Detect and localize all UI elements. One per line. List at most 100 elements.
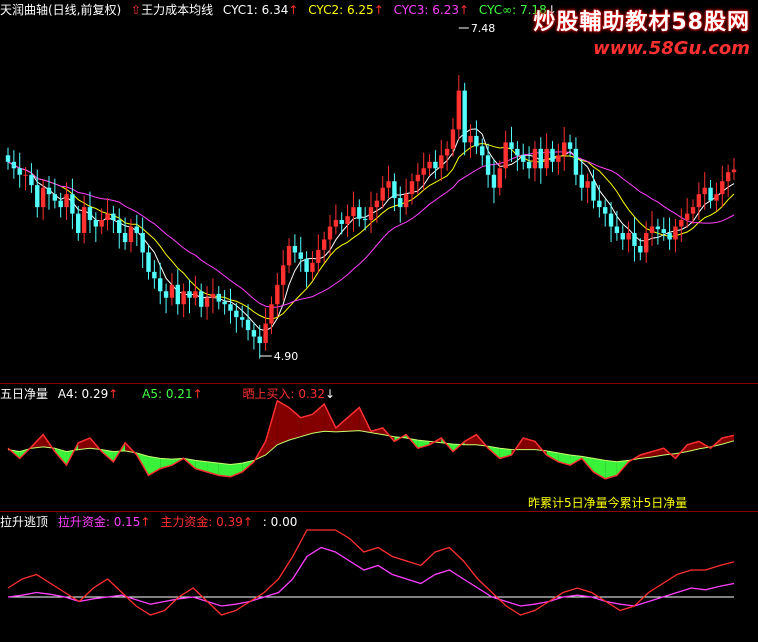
candle-body [275,284,280,305]
candle-body [339,220,344,224]
panel2-item-1-label: A5: 0.21 [142,387,193,401]
candle-body [298,252,303,259]
candle-body [415,174,421,182]
candle-body [280,265,286,285]
down-arrow-icon: ↓ [325,387,336,401]
candle-body [439,155,444,169]
candle-body [146,252,151,272]
panel1-legend-2-label: CYC2: 6.25 [308,3,374,17]
panel1-legend-0-label: 王力成本均线 [141,3,214,17]
candle-body [667,233,672,240]
high-price-label: 7.48 [471,22,496,35]
a4-line [7,399,735,480]
panel3-title: 拉升逃顶 [0,515,49,529]
candle-body [638,245,643,253]
candle-body [720,181,725,195]
panel2-annotation: 昨累计5日净量今累计5日净量 [528,496,688,510]
panel3-header: 拉升逃顶 拉升资金: 0.15↑ 主力资金: 0.39↑ : 0.00 [0,514,303,530]
candle-body [696,194,702,208]
candle-body [491,174,497,188]
up-arrow-icon: ↑ [192,387,203,401]
panel1-legend-2: CYC2: 6.25↑ [308,3,384,17]
watermark: 炒股輔助教材58股网 www.58Gu.com [533,4,750,59]
low-price-label: 4.90 [274,350,299,363]
candle-body [251,330,257,337]
candle-body [17,168,22,175]
candle-body [725,172,731,182]
candle-body [128,226,134,243]
candle-body [140,233,145,253]
candle-body [292,245,298,253]
candle-body [11,161,17,169]
candle-body [374,200,380,208]
cost-arrow-icon: ⇧ [131,3,142,17]
candle-body [321,239,327,250]
candle-body [333,220,339,227]
candle-body [573,148,579,175]
panel1-title: 天润曲轴(日线,前复权) [0,3,122,17]
panel2-title: 五日净量 [0,387,49,401]
candle-body [661,229,666,234]
candle-body [239,317,245,320]
candle-body [204,297,210,307]
panel1-legend-1: CYC1: 6.34↑ [223,3,299,17]
candle-body [538,148,543,169]
panel2-item-2: 晒上买入: 0.32↓ [242,387,335,401]
candle-body [643,233,649,253]
panel2-item-2-label: 晒上买入: 0.32 [242,387,326,401]
candle-body [409,181,415,195]
candle-body [702,187,707,195]
candle-body [427,161,432,169]
candle-body [731,169,737,173]
candle-body [234,310,239,318]
candle-body [193,291,198,298]
candle-body [532,148,538,169]
candle-body [562,142,567,156]
candle-body [480,146,485,156]
candle-body [228,304,233,311]
candle-body [649,226,655,234]
candle-body [673,226,678,240]
up-arrow-icon: ↑ [373,3,384,17]
candle-body [122,233,128,243]
candle-body [152,271,157,279]
candle-body [386,181,391,188]
candle-body [269,304,274,324]
candle-body [544,148,549,169]
candle-body [556,155,561,162]
candle-body [526,161,532,169]
candle-body [368,207,374,221]
candle-body [550,148,555,162]
candle-body [591,181,596,201]
candle-body [5,155,11,162]
up-arrow-icon: ↑ [108,387,119,401]
candle-body [515,148,520,156]
candle-body [456,90,462,130]
a5-line [7,430,735,466]
candle-body [421,168,426,175]
candle-body [433,161,438,169]
candle-body [357,207,362,219]
candle-body [35,185,40,208]
candle-body [58,200,63,208]
panel-divider [0,511,758,512]
candle-body [503,142,508,169]
candle-body [222,301,227,305]
candle-body [52,194,58,201]
candle-body [509,142,514,149]
panel1-legend-3: CYC3: 6.23↑ [394,3,470,17]
panel2-item-0: A4: 0.29↑ [58,387,118,401]
candle-body [158,278,163,292]
candle-body [286,245,292,266]
panel1-header: 天润曲轴(日线,前复权) ⇧王力成本均线 CYC1: 6.34↑ CYC2: 6… [0,2,563,18]
candle-body [392,181,397,199]
candle-body [462,90,467,143]
panel3-item-2-label: : 0.00 [262,515,298,529]
candle-body [310,262,315,272]
candle-body [521,155,526,162]
panel3-item-0: 拉升资金: 0.15↑ [58,515,151,529]
candle-body [345,216,350,224]
panel1-legend-3-label: CYC3: 6.23 [393,3,460,17]
panel1-legend-0: ⇧王力成本均线 [131,3,217,17]
candle-body [602,207,608,214]
